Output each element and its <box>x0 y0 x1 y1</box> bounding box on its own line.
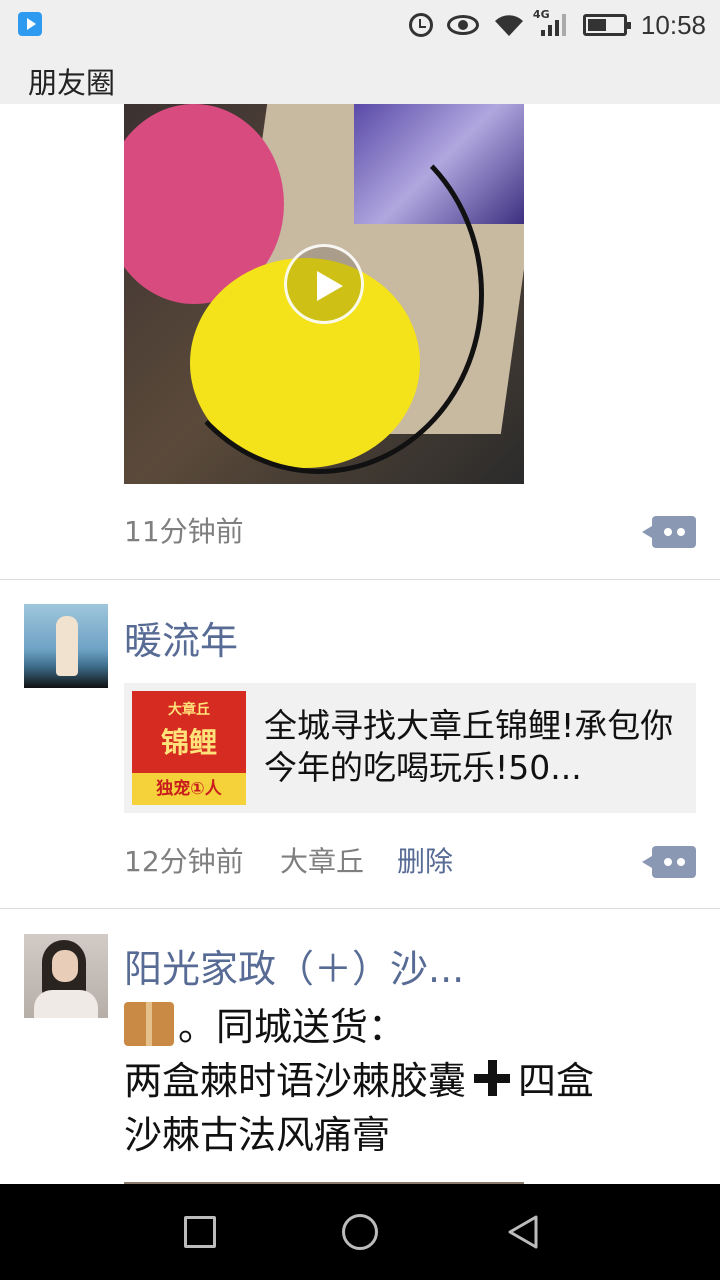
status-bar: 4G 10:58 <box>0 0 720 50</box>
wifi-icon <box>493 12 525 38</box>
page-title: 朋友圈 <box>28 66 116 100</box>
link-title: 全城寻找大章丘锦鲤!承包你今年的吃喝玩乐!50... <box>264 706 674 787</box>
back-icon[interactable] <box>506 1214 540 1250</box>
avatar-face <box>52 950 78 982</box>
plus-icon <box>472 1058 512 1098</box>
post-time: 11分钟前 <box>124 515 244 548</box>
delete-button[interactable]: 删除 <box>397 840 453 880</box>
post-text: 。同城送货： 两盒棘时语沙棘胶囊 四盒 沙棘古法风痛膏 <box>124 1000 684 1162</box>
post-divider <box>0 908 720 909</box>
post-divider <box>0 579 720 580</box>
post-text-line: 。同城送货： <box>124 1000 684 1054</box>
title-bar: 朋友圈 <box>0 50 720 104</box>
link-thumbnail: 大章丘 锦鲤 独宠①人 <box>132 691 246 805</box>
avatar[interactable] <box>24 604 108 688</box>
comment-icon[interactable] <box>642 846 696 878</box>
moments-feed[interactable]: 11分钟前 暖流年 大章丘 锦鲤 独宠①人 全城寻找大章丘锦鲤!承包你今年的吃喝… <box>0 104 720 1184</box>
shared-link-card[interactable]: 大章丘 锦鲤 独宠①人 全城寻找大章丘锦鲤!承包你今年的吃喝玩乐!50... <box>124 683 696 813</box>
post-text-segment: 。同城送货： <box>178 1005 407 1049</box>
post-text-line: 两盒棘时语沙棘胶囊 四盒 <box>124 1054 684 1108</box>
post-time: 12分钟前 <box>124 845 244 878</box>
link-thumb-bottom-text: 独宠①人 <box>132 773 246 805</box>
comment-icon[interactable] <box>642 516 696 548</box>
battery-icon <box>582 14 631 36</box>
package-icon <box>124 1002 174 1046</box>
eye-icon <box>446 15 479 35</box>
link-thumb-main-text: 锦鲤 <box>160 726 217 759</box>
app-icon <box>18 12 42 36</box>
author-name[interactable]: 阳光家政（＋）沙... <box>124 938 464 993</box>
status-icons: 4G 10:58 <box>408 8 706 42</box>
post-text-segment: 四盒 <box>518 1059 595 1103</box>
avatar[interactable] <box>24 934 108 1018</box>
network-type-label: 4G <box>532 8 550 21</box>
link-thumb-top-text: 大章丘 <box>168 702 210 718</box>
post-text-line: 沙棘古法风痛膏 <box>124 1113 391 1157</box>
recent-apps-icon[interactable] <box>184 1216 216 1248</box>
post-location[interactable]: 大章丘 <box>280 840 364 880</box>
post-text-segment: 两盒棘时语沙棘胶囊 <box>124 1059 467 1103</box>
video-thumbnail[interactable] <box>124 104 524 484</box>
signal-icon: 4G <box>533 8 569 38</box>
author-name[interactable]: 暖流年 <box>124 610 238 665</box>
alarm-icon <box>408 13 433 37</box>
navigation-bar <box>0 1184 720 1280</box>
play-icon[interactable] <box>284 244 364 324</box>
avatar-figure <box>56 616 78 676</box>
home-icon[interactable] <box>342 1214 378 1250</box>
avatar-body <box>34 990 98 1018</box>
clock: 10:58 <box>640 9 706 40</box>
